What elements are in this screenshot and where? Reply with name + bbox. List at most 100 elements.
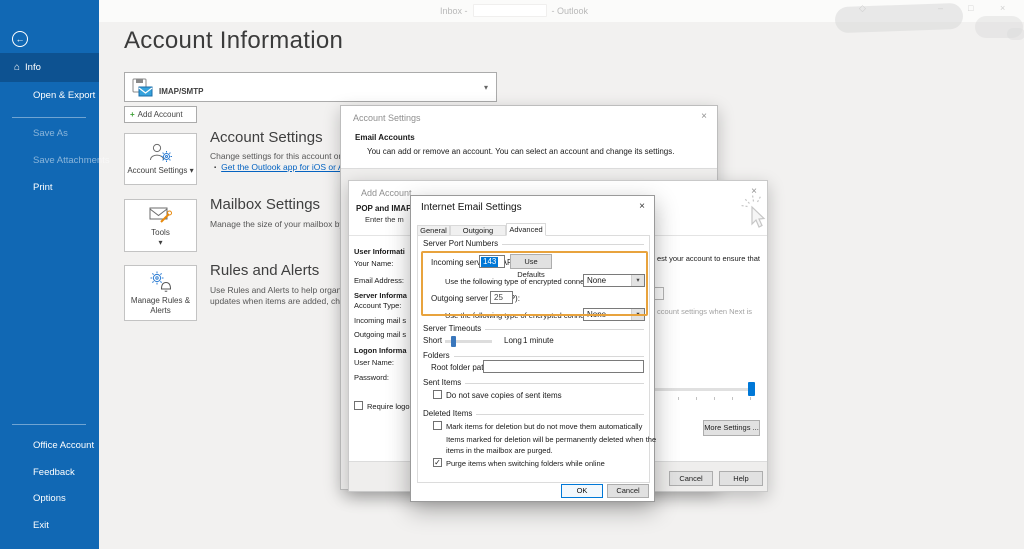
window-title-inbox: Inbox - xyxy=(440,6,468,16)
root-folder-path-input[interactable] xyxy=(483,360,644,373)
do-not-save-sent-label: Do not save copies of sent items xyxy=(446,391,562,400)
server-information-heading: Server Informa xyxy=(354,291,412,300)
timeout-value: 1 minute xyxy=(523,336,554,345)
sidebar-item-info[interactable]: ⌂ Info xyxy=(0,53,99,82)
window-title-outlook: - Outlook xyxy=(552,6,589,16)
help-button[interactable]: Help xyxy=(719,471,763,486)
pop-imap-heading: POP and IMAP xyxy=(356,204,411,213)
password-label: Password: xyxy=(354,373,412,382)
add-account-button[interactable]: +Add Account xyxy=(124,106,197,123)
use-defaults-button[interactable]: Use Defaults xyxy=(510,254,552,269)
deletion-note-line2: items in the mailbox are purged. xyxy=(446,446,553,455)
outgoing-port-input[interactable]: 25 xyxy=(490,291,513,304)
mark-items-deletion-checkbox[interactable] xyxy=(433,421,442,430)
dialog-title: Add Account xyxy=(361,188,412,198)
deletion-note-line1: Items marked for deletion will be perman… xyxy=(446,435,656,444)
back-icon[interactable]: ← xyxy=(12,31,28,47)
tile-label: Tools▾ xyxy=(151,228,170,247)
server-port-numbers-group: Server Port Numbers xyxy=(423,239,644,248)
slider-tick xyxy=(678,397,679,400)
sidebar-item-feedback[interactable]: Feedback xyxy=(33,467,75,478)
close-icon[interactable]: × xyxy=(1000,3,1005,13)
section-heading-rules-alerts: Rules and Alerts xyxy=(210,262,319,279)
tools-tile-button[interactable]: Tools▾ xyxy=(124,199,197,252)
get-outlook-app-link[interactable]: Get the Outlook app for iOS or An xyxy=(221,162,348,172)
chevron-down-icon: ▾ xyxy=(631,275,644,286)
cancel-button[interactable]: Cancel xyxy=(607,484,649,498)
bullet-icon: ▪ xyxy=(214,165,216,171)
pop-imap-subheading: Enter the m xyxy=(365,215,404,224)
sidebar-item-options[interactable]: Options xyxy=(33,493,66,504)
encryption-value-1: None xyxy=(584,275,631,286)
account-settings-tile-button[interactable]: Account Settings ▾ xyxy=(124,133,197,185)
more-settings-button[interactable]: More Settings ... xyxy=(703,420,760,436)
sidebar-item-open-export[interactable]: Open & Export xyxy=(33,90,95,101)
slider-tick xyxy=(714,397,715,400)
encryption-value-2: None xyxy=(584,309,631,320)
checkmark-icon: ✓ xyxy=(434,458,441,467)
chevron-down-icon: ▾ xyxy=(631,309,644,320)
mark-items-deletion-label: Mark items for deletion but do not move … xyxy=(446,422,642,431)
incoming-mail-server-label: Incoming mail s xyxy=(354,316,412,325)
chevron-down-icon: ▾ xyxy=(190,166,194,175)
sidebar-divider xyxy=(12,117,86,118)
input-fragment xyxy=(655,287,664,300)
slider-tick xyxy=(732,397,733,400)
minimize-icon[interactable]: – xyxy=(938,3,943,13)
deleted-items-group: Deleted Items xyxy=(423,409,644,418)
sidebar-item-label: Info xyxy=(25,62,41,73)
mailbox-account-icon xyxy=(132,78,154,98)
incoming-port-input[interactable]: 143 xyxy=(479,255,505,268)
redacted-account-name xyxy=(473,4,547,17)
logon-information-heading: Logon Informa xyxy=(354,346,412,355)
root-folder-path-label: Root folder path: xyxy=(431,363,490,372)
email-accounts-description: You can add or remove an account. You ca… xyxy=(367,147,674,156)
close-icon[interactable]: × xyxy=(639,201,645,212)
home-icon: ⌂ xyxy=(14,62,20,73)
server-timeouts-group: Server Timeouts xyxy=(423,324,644,333)
slider-tick xyxy=(750,397,751,400)
require-logon-checkbox[interactable] xyxy=(354,401,363,410)
tab-advanced[interactable]: Advanced xyxy=(506,223,546,236)
cancel-button[interactable]: Cancel xyxy=(669,471,713,486)
dialog-title: Account Settings xyxy=(353,113,421,123)
tile-label: Account Settings ▾ xyxy=(127,166,193,176)
encryption-dropdown-1[interactable]: None ▾ xyxy=(583,274,645,287)
section-heading-mailbox-settings: Mailbox Settings xyxy=(210,196,320,213)
incoming-port-value: 143 xyxy=(481,257,498,267)
internet-email-settings-dialog: Internet Email Settings × General Outgoi… xyxy=(410,195,655,502)
mail-offline-slider-track[interactable] xyxy=(655,388,754,391)
plus-icon: + xyxy=(130,110,135,119)
timeout-slider-handle[interactable] xyxy=(451,336,456,347)
mail-offline-slider-handle[interactable] xyxy=(748,382,755,396)
purge-items-label: Purge items when switching folders while… xyxy=(446,459,605,468)
tile-label: Manage Rules & Alerts xyxy=(125,296,196,315)
section-body-rules-alerts-line2: updates when items are added, chang xyxy=(210,296,354,306)
do-not-save-sent-checkbox[interactable] xyxy=(433,390,442,399)
close-icon[interactable]: × xyxy=(701,111,707,122)
sidebar-item-office-account[interactable]: Office Account xyxy=(33,440,94,451)
account-selector-value: IMAP/SMTP xyxy=(159,87,203,96)
backstage-sidebar: ← ⌂Info Open & Export Save As Save Attac… xyxy=(0,0,99,549)
outlook-app-link-row: ▪ Get the Outlook app for iOS or An xyxy=(214,162,348,172)
account-selector[interactable]: IMAP/SMTP ▾ xyxy=(124,72,497,102)
mouse-click-cursor-icon xyxy=(740,193,770,235)
slider-tick xyxy=(696,397,697,400)
section-body-rules-alerts-line1: Use Rules and Alerts to help organize xyxy=(210,285,352,295)
auto-test-text-fragment: ccount settings when Next is xyxy=(657,307,765,316)
window-title: Inbox - - Outlook xyxy=(440,4,588,17)
ok-button[interactable]: OK xyxy=(561,484,603,498)
email-accounts-heading: Email Accounts xyxy=(355,133,415,142)
your-name-label: Your Name: xyxy=(354,259,412,268)
restore-icon[interactable]: □ xyxy=(968,3,973,13)
sidebar-item-exit[interactable]: Exit xyxy=(33,520,49,531)
window-titlebar: Inbox - - Outlook ◇ – □ × xyxy=(99,0,1024,22)
decorative-cloud-tiny xyxy=(1007,28,1024,40)
manage-rules-alerts-tile-button[interactable]: Manage Rules & Alerts xyxy=(124,265,197,321)
user-information-heading: User Informati xyxy=(354,247,412,256)
encryption-dropdown-2[interactable]: None ▾ xyxy=(583,308,645,321)
purge-items-checkbox[interactable]: ✓ xyxy=(433,458,442,467)
sidebar-item-save-attachments: Save Attachments xyxy=(33,155,110,166)
page-title: Account Information xyxy=(124,27,343,55)
sidebar-item-print[interactable]: Print xyxy=(33,182,53,193)
